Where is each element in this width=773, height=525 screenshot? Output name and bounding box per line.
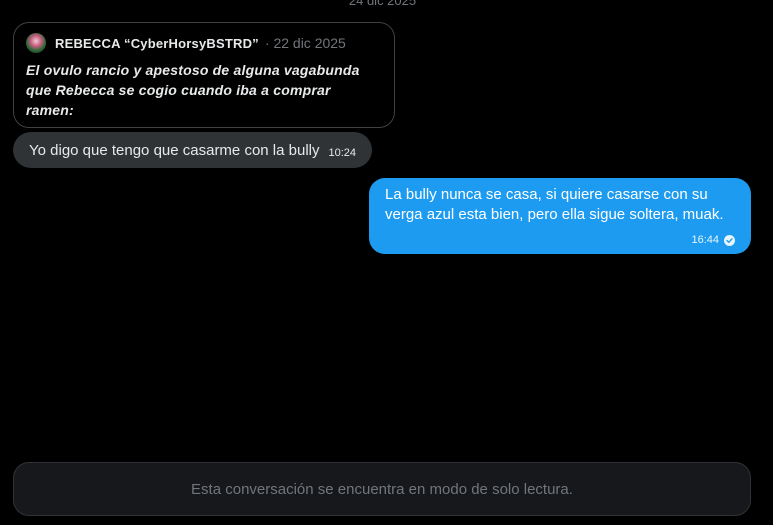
quoted-post-text: El ovulo rancio y apestoso de alguna vag… [26, 62, 360, 118]
readonly-notice: Esta conversación se encuentra en modo d… [191, 480, 573, 498]
read-check-icon [724, 234, 735, 246]
avatar[interactable] [26, 33, 46, 53]
quoted-post-header: REBECCA “CyberHorsyBSTRD” · 22 dic 2025 [26, 33, 382, 53]
outgoing-message-bubble[interactable]: La bully nunca se casa, si quiere casars… [369, 178, 751, 254]
message-timestamp: 10:24 [328, 147, 357, 159]
quoted-post-date: · 22 dic 2025 [264, 35, 346, 51]
readonly-composer: Esta conversación se encuentra en modo d… [13, 462, 751, 516]
message-meta: 16:44 [691, 234, 735, 246]
quoted-post-card[interactable]: REBECCA “CyberHorsyBSTRD” · 22 dic 2025 … [13, 22, 395, 128]
message-text: La bully nunca se casa, si quiere casars… [385, 186, 724, 223]
message-timestamp: 16:44 [691, 234, 719, 246]
dm-conversation-view: 24 dic 2025 REBECCA “CyberHorsyBSTRD” · … [0, 0, 773, 525]
incoming-message-bubble[interactable]: Yo digo que tengo que casarme con la bul… [13, 132, 373, 168]
date-separator: 24 dic 2025 [348, 0, 417, 8]
message-text: Yo digo que tengo que casarme con la bul… [29, 141, 320, 159]
quoted-post-author[interactable]: REBECCA “CyberHorsyBSTRD” [55, 36, 259, 51]
